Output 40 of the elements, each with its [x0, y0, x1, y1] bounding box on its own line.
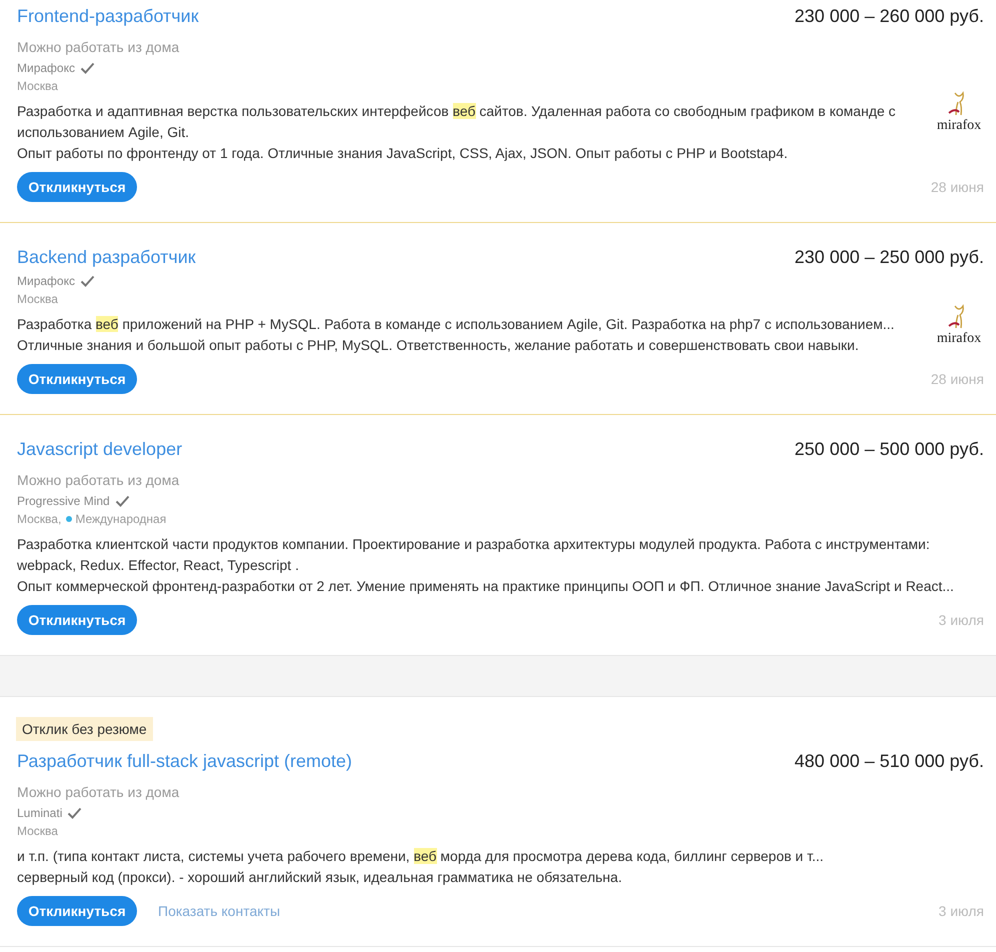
company-link[interactable]: Progressive Mind [17, 494, 110, 508]
company-logo[interactable]: mirafox [934, 91, 984, 133]
salary: 480 000 – 510 000 руб. [794, 751, 984, 772]
remote-work-label: Можно работать из дома [17, 39, 180, 55]
publish-date: 28 июня [930, 371, 984, 387]
location: Москва [17, 292, 58, 306]
publish-date: 3 июля [938, 903, 984, 919]
description-text: Отличные знания и большой опыт работы с PHP, MySQL. Ответственность, желание работать и совершенствовать свои навыки. [17, 336, 860, 355]
location: Москва [17, 79, 58, 93]
publish-date: 3 июля [938, 612, 984, 628]
salary: 230 000 – 250 000 руб. [794, 247, 984, 268]
metro-station: Международная [75, 512, 166, 526]
description-text: и т.п. (типа контакт листа, системы учета рабочего времени, веб морда для просмотра дерева кода, биллинг серверов и т... [17, 847, 825, 866]
company-link[interactable]: Мирафокс [17, 274, 75, 288]
respond-button[interactable]: Откликнуться [17, 364, 137, 394]
salary: 250 000 – 500 000 руб. [794, 439, 984, 460]
no-resume-badge: Отклик без резюме [16, 717, 153, 741]
description-text: Опыт коммерческой фронтенд-разработки от 2 лет. Умение применять на практике принципы ООП и ФП. Отличное знание JavaScript и React... [17, 577, 955, 596]
company-logo[interactable]: mirafox [934, 304, 984, 346]
remote-work-label: Можно работать из дома [17, 472, 180, 488]
publish-date: 28 июня [930, 179, 984, 195]
respond-button[interactable]: Откликнуться [17, 605, 137, 635]
location: Москва, [17, 512, 62, 526]
vacancy-title-link[interactable]: Frontend-разработчик [17, 6, 199, 27]
salary: 230 000 – 260 000 руб. [794, 6, 984, 27]
respond-button[interactable]: Откликнуться [17, 172, 137, 202]
company-link[interactable]: Luminati [17, 806, 62, 820]
remote-work-label: Можно работать из дома [17, 784, 180, 800]
description-text: Разработка и адаптивная верстка пользовательских интерфейсов веб сайтов. Удаленная работа со свободным графиком в команде с использованием Agile, Git. [17, 102, 897, 142]
company-link[interactable]: Мирафокс [17, 61, 75, 75]
description-text: серверный код (прокси). - хороший английский язык, идеальная грамматика не обязательна. [17, 868, 623, 887]
show-contacts-link[interactable]: Показать контакты [158, 903, 280, 919]
description-text: Разработка клиентской части продуктов компании. Проектирование и разработка архитектуры модулей продукта. Работа с инструментами: webpack, Redux. Effector, React, Typescript . [17, 535, 931, 575]
vacancy-title-link[interactable]: Backend разработчик [17, 247, 196, 268]
vacancy-title-link[interactable]: Javascript developer [17, 439, 182, 460]
respond-button[interactable]: Откликнуться [17, 896, 137, 926]
location: Москва [17, 824, 58, 838]
vacancy-title-link[interactable]: Разработчик full-stack javascript (remote) [17, 751, 352, 772]
description-text: Опыт работы по фронтенду от 1 года. Отличные знания JavaScript, CSS, Ajax, JSON. Опыт работы с PHP и Bootstap4. [17, 144, 789, 163]
description-text: Разработка веб приложений на PHP + MySQL. Работа в команде с использованием Agile, Git. Разработка на php7 с использованием... [17, 315, 896, 334]
